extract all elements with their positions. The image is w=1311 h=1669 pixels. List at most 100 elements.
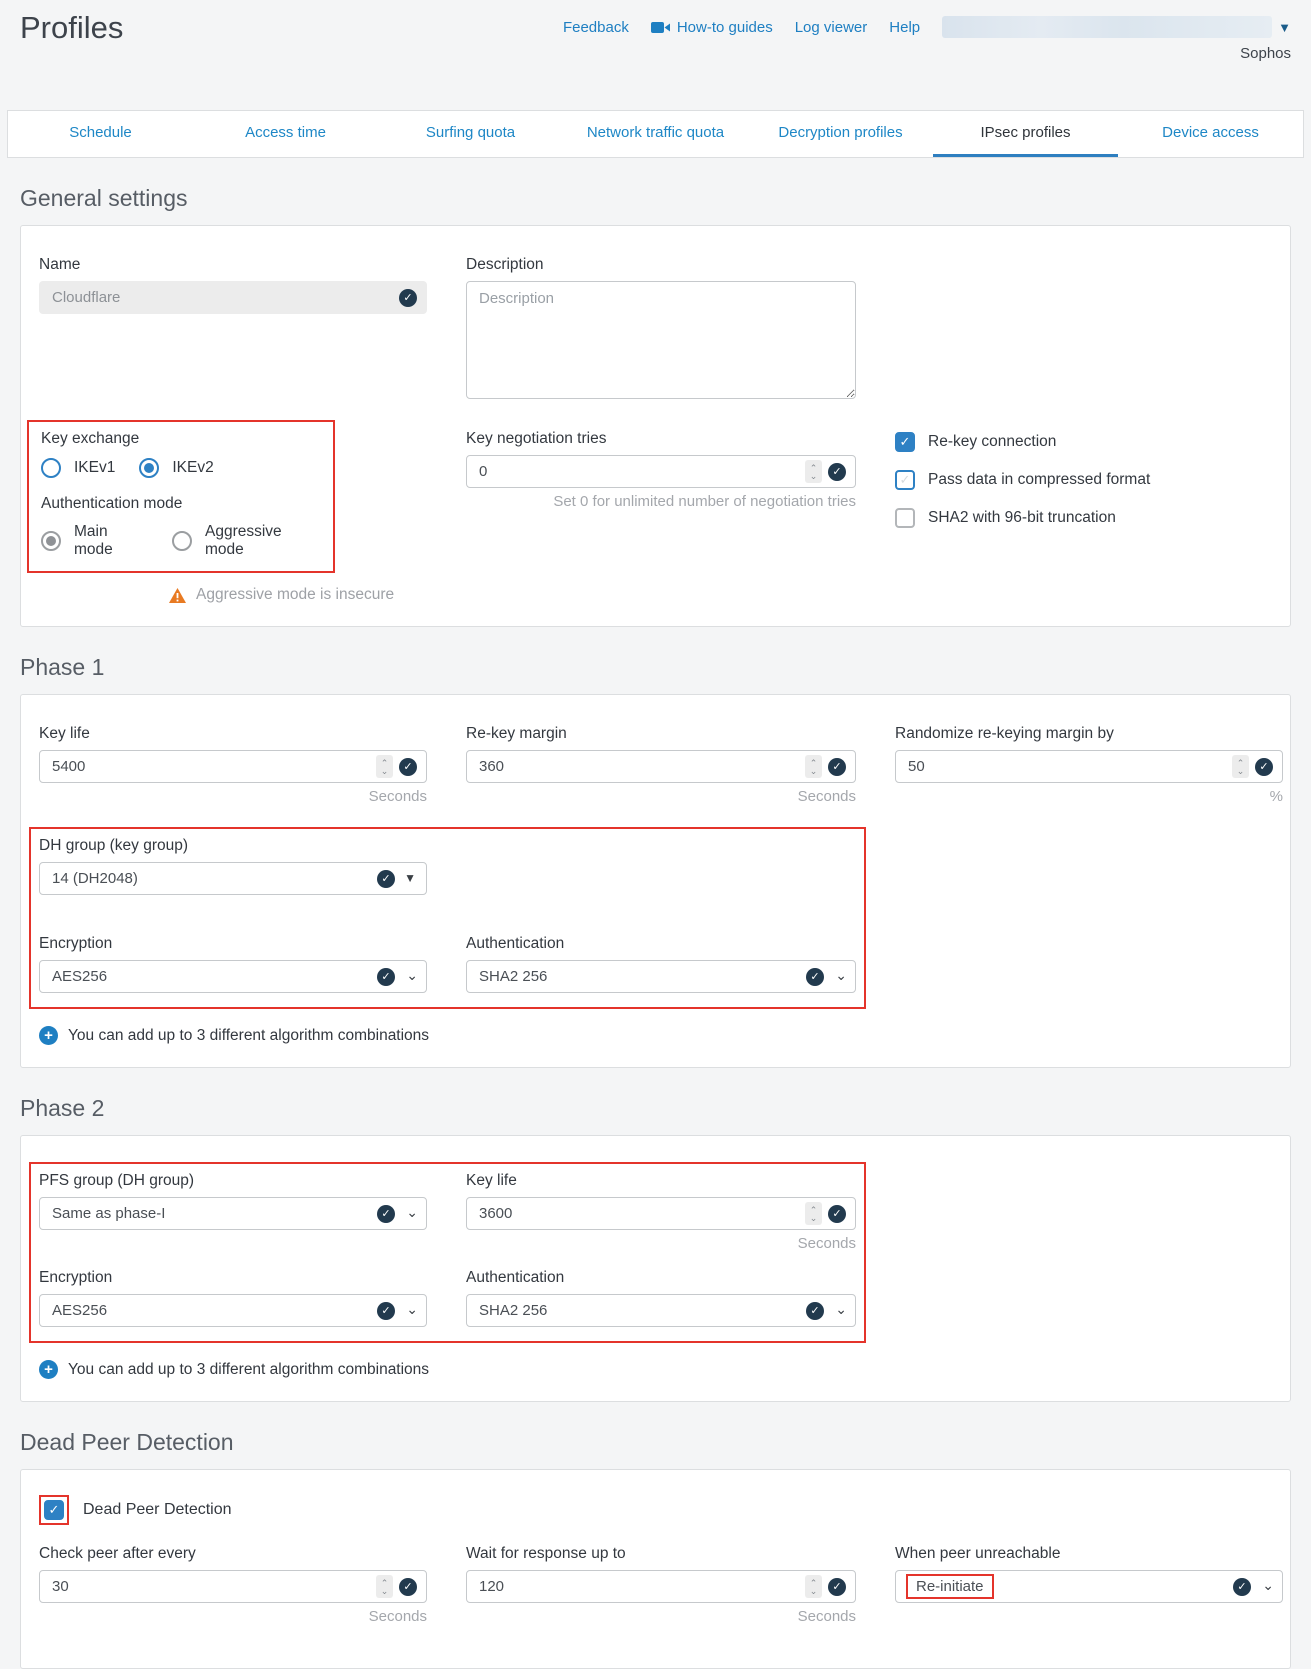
description-textarea[interactable] — [466, 281, 856, 399]
key-exchange-label: Key exchange — [41, 430, 321, 448]
check-peer-input[interactable] — [39, 1570, 427, 1603]
dpd-enable-label: Dead Peer Detection — [83, 1501, 232, 1519]
tab-device-access[interactable]: Device access — [1118, 111, 1303, 157]
annotation-box-reinitiate: Re-initiate — [906, 1574, 994, 1599]
tab-surfing-quota[interactable]: Surfing quota — [378, 111, 563, 157]
checkbox-sha2-truncation[interactable]: SHA2 with 96-bit truncation — [895, 508, 1283, 528]
checkbox-compressed-format[interactable]: ✓ Pass data in compressed format — [895, 470, 1283, 490]
name-field: Name ✓ — [39, 256, 427, 404]
radio-selected-disabled-icon — [41, 531, 61, 551]
check-circle-icon: ✓ — [828, 758, 846, 776]
phase1-card: Key life ⌃⌄ ✓ Seconds Re-key margin ⌃⌄ ✓… — [20, 694, 1291, 1068]
check-circle-icon: ✓ — [828, 1205, 846, 1223]
tab-ipsec-profiles[interactable]: IPsec profiles — [933, 111, 1118, 157]
annotation-box-phase2-algorithms: PFS group (DH group) Same as phase-I ✓ ⌄… — [29, 1162, 866, 1343]
chevron-down-icon: ⌄ — [406, 967, 418, 984]
aggressive-warning-text: Aggressive mode is insecure — [196, 586, 394, 604]
phase1-key-life-field: Key life ⌃⌄ ✓ Seconds — [39, 725, 427, 805]
phase2-card: PFS group (DH group) Same as phase-I ✓ ⌄… — [20, 1135, 1291, 1402]
phase1-authentication-field: Authentication SHA2 256 ✓ ⌄ — [466, 935, 856, 993]
check-circle-icon: ✓ — [828, 463, 846, 481]
radio-disabled-icon — [172, 531, 192, 551]
phase1-authentication-select[interactable]: SHA2 256 — [466, 960, 856, 993]
phase1-encryption-select[interactable]: AES256 — [39, 960, 427, 993]
pfs-group-select[interactable]: Same as phase-I — [39, 1197, 427, 1230]
video-camera-icon — [651, 21, 670, 34]
check-circle-icon: ✓ — [399, 758, 417, 776]
number-stepper[interactable]: ⌃⌄ — [805, 460, 822, 483]
check-circle-icon: ✓ — [1233, 1578, 1251, 1596]
phase2-key-life-input[interactable] — [466, 1197, 856, 1230]
tab-decryption-profiles[interactable]: Decryption profiles — [748, 111, 933, 157]
number-stepper[interactable]: ⌃⌄ — [376, 1575, 393, 1598]
check-circle-icon: ✓ — [399, 289, 417, 307]
check-circle-icon: ✓ — [377, 870, 395, 888]
radio-aggressive-mode[interactable]: Aggressive mode — [172, 523, 321, 559]
wait-response-field: Wait for response up to ⌃⌄ ✓ Seconds — [466, 1545, 856, 1625]
add-plus-icon[interactable]: + — [39, 1360, 58, 1379]
phase1-add-combination[interactable]: + You can add up to 3 different algorith… — [39, 1026, 1272, 1045]
brand-label: Sophos — [1240, 45, 1291, 62]
add-plus-icon[interactable]: + — [39, 1026, 58, 1045]
description-label: Description — [466, 256, 856, 274]
phase1-randomize-input[interactable] — [895, 750, 1283, 783]
when-unreachable-select[interactable]: Re-initiate — [895, 1570, 1283, 1603]
annotation-box-dpd-checkbox: ✓ — [39, 1495, 69, 1525]
phase1-randomize-field: Randomize re-keying margin by ⌃⌄ ✓ % — [895, 725, 1283, 805]
radio-main-mode[interactable]: Main mode — [41, 523, 148, 559]
checkbox-rekey-connection[interactable]: ✓ Re-key connection — [895, 432, 1283, 452]
chevron-down-icon: ⌄ — [406, 1204, 418, 1221]
key-negotiation-help: Set 0 for unlimited number of negotiatio… — [466, 493, 856, 510]
radio-ikev2[interactable]: IKEv2 — [139, 458, 213, 478]
phase2-encryption-select[interactable]: AES256 — [39, 1294, 427, 1327]
check-peer-field: Check peer after every ⌃⌄ ✓ Seconds — [39, 1545, 427, 1625]
check-circle-icon: ✓ — [1255, 758, 1273, 776]
number-stepper[interactable]: ⌃⌄ — [805, 755, 822, 778]
help-link[interactable]: Help — [889, 19, 920, 36]
chevron-down-icon: ⌄ — [406, 1301, 418, 1318]
phase1-encryption-field: Encryption AES256 ✓ ⌄ — [39, 935, 427, 993]
key-negotiation-input[interactable] — [466, 455, 856, 488]
phase2-authentication-field: Authentication SHA2 256 ✓ ⌄ — [466, 1269, 856, 1327]
tab-schedule[interactable]: Schedule — [8, 111, 193, 157]
phase2-authentication-select[interactable]: SHA2 256 — [466, 1294, 856, 1327]
when-unreachable-field: When peer unreachable Re-initiate ✓ ⌄ — [895, 1545, 1283, 1625]
dpd-card: ✓ Dead Peer Detection Check peer after e… — [20, 1469, 1291, 1669]
radio-selected-icon — [139, 458, 159, 478]
phase2-heading: Phase 2 — [20, 1095, 1291, 1122]
number-stepper[interactable]: ⌃⌄ — [805, 1575, 822, 1598]
feedback-link[interactable]: Feedback — [563, 19, 629, 36]
chevron-down-icon: ⌄ — [1262, 1577, 1274, 1594]
phase2-encryption-field: Encryption AES256 ✓ ⌄ — [39, 1269, 427, 1327]
page-header: Profiles Feedback How-to guides Log view… — [0, 0, 1311, 99]
general-settings-card: Name ✓ Description Key exchange — [20, 225, 1291, 627]
name-input[interactable] — [39, 281, 427, 314]
account-menu[interactable]: ▼ — [942, 16, 1291, 38]
number-stepper[interactable]: ⌃⌄ — [376, 755, 393, 778]
check-circle-icon: ✓ — [806, 968, 824, 986]
check-circle-icon: ✓ — [377, 968, 395, 986]
check-circle-icon: ✓ — [828, 1578, 846, 1596]
page-title: Profiles — [20, 10, 123, 46]
key-negotiation-field: Key negotiation tries ⌃⌄ ✓ Set 0 for unl… — [466, 430, 856, 604]
radio-ikev1[interactable]: IKEv1 — [41, 458, 115, 478]
phase2-add-combination[interactable]: + You can add up to 3 different algorith… — [39, 1360, 1272, 1379]
dpd-enable-checkbox[interactable]: ✓ — [44, 1500, 64, 1520]
tab-network-traffic-quota[interactable]: Network traffic quota — [563, 111, 748, 157]
number-stepper[interactable]: ⌃⌄ — [1232, 755, 1249, 778]
number-stepper[interactable]: ⌃⌄ — [805, 1202, 822, 1225]
phase1-rekey-margin-field: Re-key margin ⌃⌄ ✓ Seconds — [466, 725, 856, 805]
phase1-rekey-margin-input[interactable] — [466, 750, 856, 783]
check-circle-icon: ✓ — [377, 1302, 395, 1320]
dh-group-select[interactable]: 14 (DH2048) — [39, 862, 427, 895]
wait-response-input[interactable] — [466, 1570, 856, 1603]
caret-down-icon: ▼ — [404, 871, 416, 885]
auth-mode-label: Authentication mode — [41, 495, 321, 513]
log-viewer-link[interactable]: Log viewer — [795, 19, 868, 36]
checkbox-disabled-icon — [895, 508, 915, 528]
phase1-key-life-input[interactable] — [39, 750, 427, 783]
tab-access-time[interactable]: Access time — [193, 111, 378, 157]
phase2-key-life-field: Key life ⌃⌄ ✓ Seconds — [466, 1172, 856, 1252]
pfs-group-field: PFS group (DH group) Same as phase-I ✓ ⌄ — [39, 1172, 427, 1252]
howto-guides-link[interactable]: How-to guides — [651, 19, 773, 36]
